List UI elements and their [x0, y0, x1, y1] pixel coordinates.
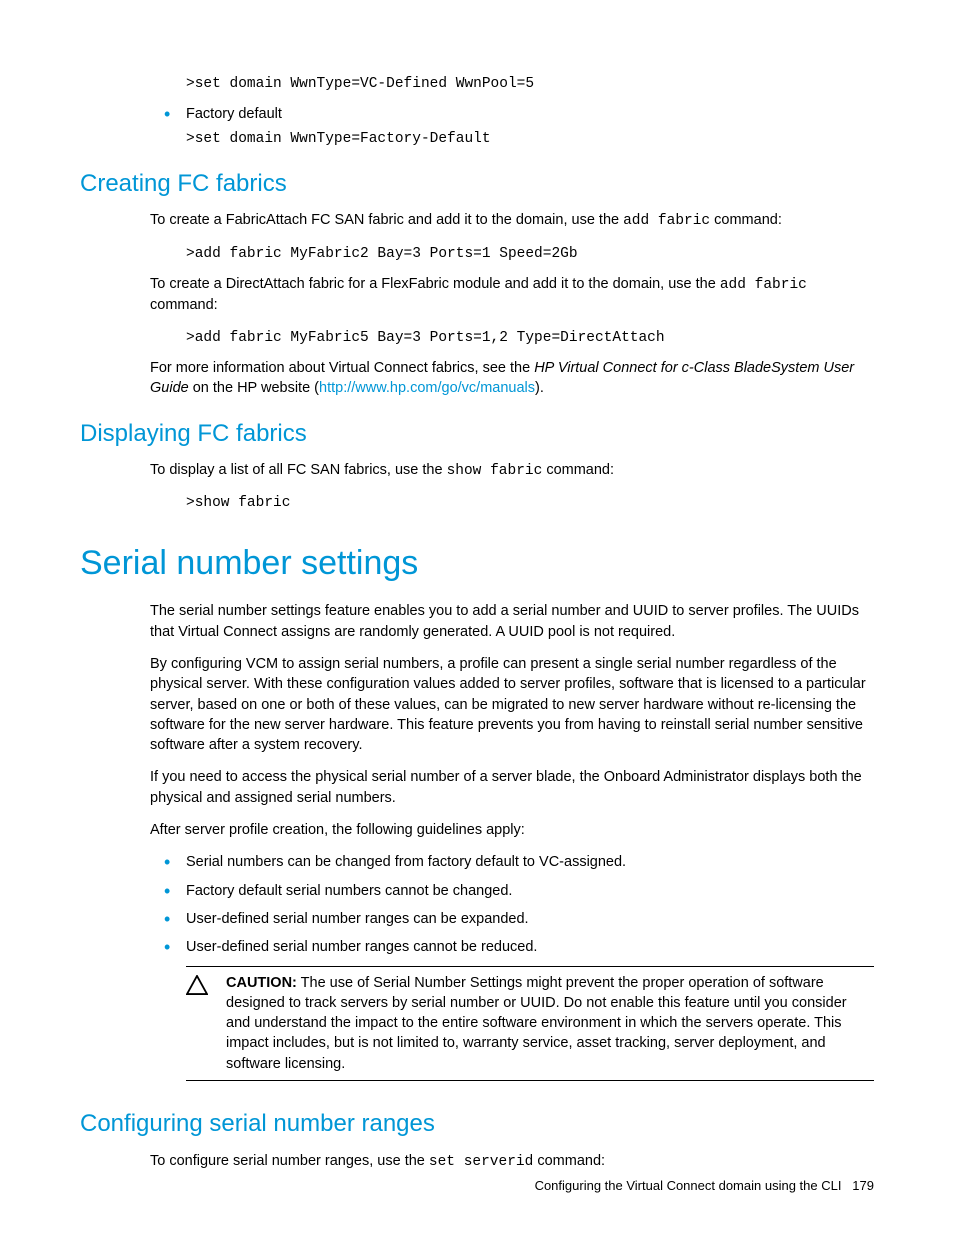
- bullet-text: Serial numbers can be changed from facto…: [186, 854, 626, 870]
- code-line: >set domain WwnType=Factory-Default: [186, 129, 874, 149]
- list-item: User-defined serial number ranges cannot…: [150, 937, 874, 957]
- paragraph: If you need to access the physical seria…: [150, 767, 874, 808]
- text: command:: [710, 212, 782, 228]
- paragraph: To create a DirectAttach fabric for a Fl…: [150, 274, 874, 316]
- code-line: >show fabric: [186, 493, 874, 513]
- text: To display a list of all FC SAN fabrics,…: [150, 462, 447, 478]
- text: To create a FabricAttach FC SAN fabric a…: [150, 212, 623, 228]
- guidelines-list: Serial numbers can be changed from facto…: [150, 852, 874, 957]
- heading-serial-number-settings: Serial number settings: [80, 540, 874, 588]
- text: To configure serial number ranges, use t…: [150, 1153, 429, 1169]
- code-line: >add fabric MyFabric2 Bay=3 Ports=1 Spee…: [186, 244, 874, 264]
- code-inline: set serverid: [429, 1154, 533, 1170]
- text: For more information about Virtual Conne…: [150, 360, 534, 376]
- paragraph: By configuring VCM to assign serial numb…: [150, 654, 874, 755]
- code-inline: add fabric: [720, 277, 807, 293]
- paragraph: For more information about Virtual Conne…: [150, 358, 874, 399]
- bullet-text: User-defined serial number ranges can be…: [186, 911, 529, 927]
- caution-text: CAUTION: The use of Serial Number Settin…: [226, 973, 874, 1074]
- bullet-text: User-defined serial number ranges cannot…: [186, 939, 537, 955]
- page-number: 179: [852, 1178, 874, 1193]
- page-footer: Configuring the Virtual Connect domain u…: [535, 1177, 874, 1195]
- paragraph: To display a list of all FC SAN fabrics,…: [150, 460, 874, 481]
- bullet-text: Factory default: [186, 106, 282, 122]
- list-item: Serial numbers can be changed from facto…: [150, 852, 874, 872]
- text: command:: [150, 297, 218, 313]
- caution-body: The use of Serial Number Settings might …: [226, 975, 847, 1072]
- text: To create a DirectAttach fabric for a Fl…: [150, 276, 720, 292]
- list-item: Factory default serial numbers cannot be…: [150, 881, 874, 901]
- caution-icon: [186, 973, 226, 1074]
- displaying-content: To display a list of all FC SAN fabrics,…: [150, 460, 874, 514]
- caution-block: CAUTION: The use of Serial Number Settin…: [186, 966, 874, 1081]
- footer-text: Configuring the Virtual Connect domain u…: [535, 1178, 842, 1193]
- text: command:: [542, 462, 614, 478]
- paragraph: After server profile creation, the follo…: [150, 820, 874, 840]
- heading-configuring-serial-ranges: Configuring serial number ranges: [80, 1107, 874, 1141]
- manuals-link[interactable]: http://www.hp.com/go/vc/manuals: [319, 380, 535, 396]
- configuring-content: To configure serial number ranges, use t…: [150, 1151, 874, 1172]
- list-item: Factory default >set domain WwnType=Fact…: [150, 104, 874, 149]
- text: ).: [535, 380, 544, 396]
- paragraph: The serial number settings feature enabl…: [150, 601, 874, 642]
- heading-creating-fc-fabrics: Creating FC fabrics: [80, 167, 874, 201]
- text: on the HP website (: [189, 380, 319, 396]
- list-item: User-defined serial number ranges can be…: [150, 909, 874, 929]
- bullet-text: Factory default serial numbers cannot be…: [186, 883, 512, 899]
- serial-content: The serial number settings feature enabl…: [150, 601, 874, 1081]
- paragraph: To create a FabricAttach FC SAN fabric a…: [150, 210, 874, 231]
- paragraph: To configure serial number ranges, use t…: [150, 1151, 874, 1172]
- intro-block: >set domain WwnType=VC-Defined WwnPool=5…: [150, 74, 874, 149]
- text: command:: [533, 1153, 605, 1169]
- code-inline: add fabric: [623, 213, 710, 229]
- code-line: >set domain WwnType=VC-Defined WwnPool=5: [186, 74, 874, 94]
- heading-displaying-fc-fabrics: Displaying FC fabrics: [80, 417, 874, 451]
- code-inline: show fabric: [447, 463, 543, 479]
- creating-content: To create a FabricAttach FC SAN fabric a…: [150, 210, 874, 398]
- caution-label: CAUTION:: [226, 975, 297, 991]
- code-line: >add fabric MyFabric5 Bay=3 Ports=1,2 Ty…: [186, 328, 874, 348]
